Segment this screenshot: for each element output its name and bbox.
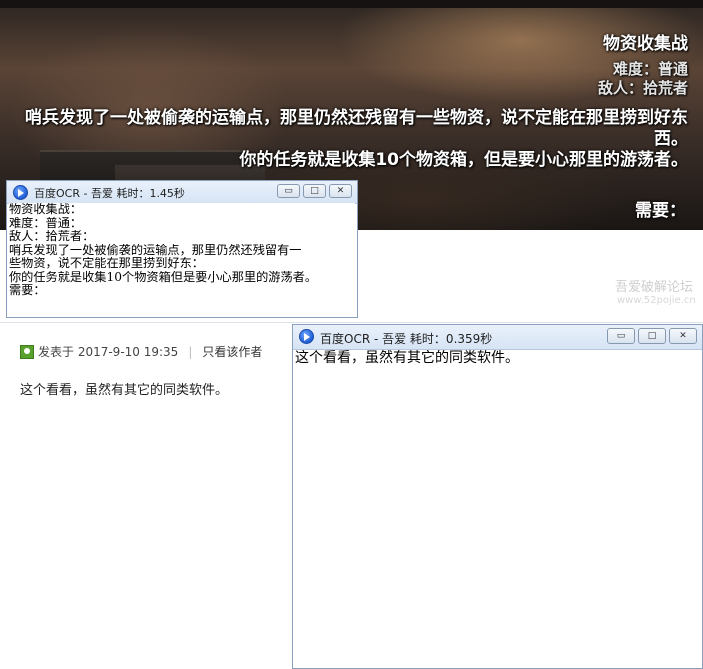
- ocr-window-1-title: 百度OCR - 吾爱 耗时：1.45秒: [34, 187, 185, 200]
- ocr-line: 需要：: [9, 284, 46, 297]
- ocr-line: 物资收集战：: [9, 203, 83, 216]
- ocr-window-1[interactable]: 百度OCR - 吾爱 耗时：1.45秒 ▭ □ ✕ 物资收集战： 难度：普通： …: [6, 180, 358, 318]
- user-icon: [20, 344, 34, 359]
- minimize-button[interactable]: ▭: [607, 328, 635, 344]
- ocr-window-2-titlebar[interactable]: 百度OCR - 吾爱 耗时：0.359秒 ▭ □ ✕: [293, 325, 702, 350]
- mission-enemy: 敌人：拾荒者: [597, 79, 688, 97]
- maximize-button[interactable]: □: [303, 184, 326, 198]
- post-date: 发表于 2017-9-10 19:35: [38, 345, 179, 359]
- forum-separator: [0, 322, 703, 323]
- ocr-line: 你的任务就是收集10个物资箱但是要小心那里的游荡者。: [9, 270, 318, 284]
- ocr-line: 些物资，说不定能在那里捞到好东：: [9, 257, 204, 270]
- close-button[interactable]: ✕: [669, 328, 697, 344]
- mission-description-line-1: 哨兵发现了一处被偷袭的运输点，那里仍然还残留有一些物资，说不定能在那里捞到好东: [25, 108, 688, 128]
- ocr-line: 哨兵发现了一处被偷袭的运输点，那里仍然还残留有一: [9, 243, 302, 257]
- mission-title: 物资收集战: [603, 34, 688, 54]
- app-play-icon: [13, 185, 28, 200]
- ocr-window-2[interactable]: 百度OCR - 吾爱 耗时：0.359秒 ▭ □ ✕ 这个看看，虽然有其它的同类…: [292, 324, 703, 669]
- app-play-icon: [299, 329, 314, 344]
- minimize-button[interactable]: ▭: [277, 184, 300, 198]
- ocr-line: 难度：普通：: [9, 216, 83, 230]
- close-button[interactable]: ✕: [329, 184, 352, 198]
- window-controls: ▭ □ ✕: [277, 184, 352, 198]
- ocr-result-textarea[interactable]: 这个看看，虽然有其它的同类软件。: [295, 350, 700, 666]
- post-meta: 发表于 2017-9-10 19:35 | 只看该作者: [20, 343, 262, 360]
- mission-description-line-3: 你的任务就是收集10个物资箱，但是要小心那里的游荡者。: [239, 150, 688, 170]
- post-content: 这个看看，虽然有其它的同类软件。: [20, 383, 229, 398]
- ocr-window-2-title: 百度OCR - 吾爱 耗时：0.359秒: [320, 332, 493, 346]
- mission-difficulty: 难度：普通: [612, 60, 688, 78]
- banner-top-strip: [0, 0, 703, 8]
- author-only-link[interactable]: 只看该作者: [202, 343, 262, 360]
- ocr-window-1-titlebar[interactable]: 百度OCR - 吾爱 耗时：1.45秒 ▭ □ ✕: [7, 181, 357, 204]
- maximize-button[interactable]: □: [638, 328, 666, 344]
- ocr-result-textarea[interactable]: 物资收集战： 难度：普通： 敌人：拾荒者： 哨兵发现了一处被偷袭的运输点，那里仍…: [9, 203, 355, 315]
- window-controls: ▭ □ ✕: [607, 328, 697, 344]
- ocr-line: 敌人：拾荒者：: [9, 230, 95, 243]
- forum-watermark-url: www.52pojie.cn: [617, 295, 696, 306]
- ocr-line: 这个看看，虽然有其它的同类软件。: [295, 350, 519, 366]
- forum-watermark: 吾爱破解论坛: [615, 280, 694, 295]
- meta-divider: |: [188, 344, 193, 359]
- mission-requirements-label: 需要：: [635, 201, 686, 221]
